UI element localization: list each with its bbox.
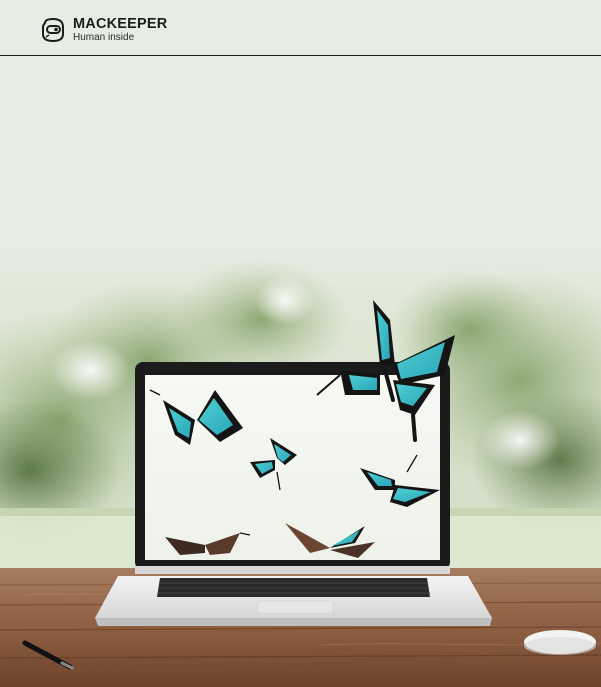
landing-page: MACKEEPER Human inside bbox=[0, 0, 601, 687]
laptop bbox=[95, 362, 492, 626]
brand-tagline: Human inside bbox=[73, 31, 135, 43]
site-header: MACKEEPER Human inside bbox=[0, 0, 601, 56]
hero-image bbox=[0, 56, 601, 687]
mackeeper-logo[interactable]: MACKEEPER Human inside bbox=[40, 17, 167, 43]
brand-name: MACKEEPER bbox=[73, 16, 168, 33]
mackeeper-logo-icon bbox=[42, 17, 64, 43]
mouse bbox=[524, 630, 596, 655]
